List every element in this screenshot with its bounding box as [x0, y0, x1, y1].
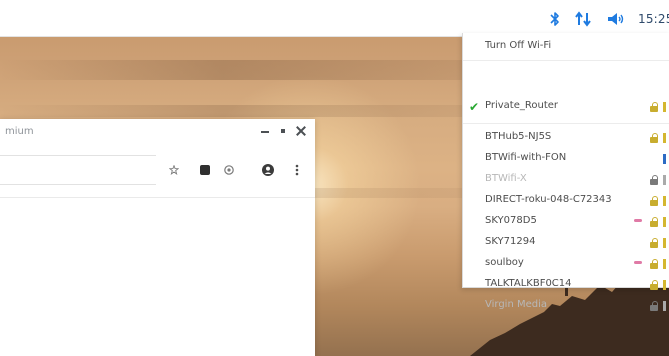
network-item[interactable]: Virgin Media	[463, 296, 669, 316]
network-label: DIRECT-roku-048-C72343	[485, 194, 612, 205]
volume-icon[interactable]	[606, 11, 626, 27]
network-label: BTWifi-X	[485, 173, 527, 184]
signal-icon	[663, 238, 669, 248]
browser-window: mium	[0, 119, 315, 356]
profile-avatar-icon[interactable]	[260, 162, 276, 178]
window-titlebar[interactable]: mium	[0, 119, 315, 147]
signal-icon	[663, 154, 669, 164]
signal-icon	[663, 102, 669, 112]
bluetooth-icon[interactable]	[548, 11, 562, 27]
signal-icon	[663, 133, 669, 143]
lock-icon	[649, 259, 659, 269]
wifi-menu: Turn Off Wi-Fi ✔ Private_Router BTHub5-N…	[462, 33, 669, 311]
signal-icon	[663, 280, 669, 290]
menu-divider	[463, 60, 669, 61]
more-options-icon[interactable]	[289, 162, 305, 178]
network-item-private-router[interactable]: ✔ Private_Router	[463, 97, 669, 117]
maximize-button[interactable]	[276, 124, 290, 138]
network-label: SKY71294	[485, 236, 536, 247]
network-tag-icon	[634, 219, 642, 222]
signal-icon	[663, 301, 669, 311]
top-taskbar: 15:25	[0, 0, 669, 37]
network-label: BTWifi-with-FON	[485, 152, 567, 163]
network-item[interactable]: SKY078D5	[463, 212, 669, 232]
lock-icon	[649, 133, 659, 143]
network-label: SKY078D5	[485, 215, 537, 226]
clock[interactable]: 15:25	[638, 12, 669, 26]
network-item[interactable]: soulboy	[463, 254, 669, 274]
lock-icon	[649, 196, 659, 206]
network-tag-icon	[634, 261, 642, 264]
signal-icon	[663, 196, 669, 206]
window-title: mium	[5, 126, 34, 137]
minimize-button[interactable]	[258, 124, 272, 138]
browser-content-area	[0, 198, 315, 356]
lock-icon	[649, 301, 659, 311]
network-label: Private_Router	[485, 100, 559, 111]
check-icon: ✔	[469, 100, 480, 114]
signal-icon	[663, 259, 669, 269]
network-item[interactable]: BTHub5-NJ5S	[463, 128, 669, 148]
lock-icon	[649, 217, 659, 227]
network-item[interactable]: BTWifi-X	[463, 170, 669, 190]
extension-icon[interactable]	[197, 162, 213, 178]
menu-divider	[463, 123, 669, 124]
network-label: soulboy	[485, 257, 524, 268]
bookmark-star-icon[interactable]	[166, 162, 182, 178]
browser-toolbar	[0, 147, 315, 198]
signal-icon	[663, 175, 669, 185]
network-label: TALKTALKBF0C14	[485, 278, 572, 289]
network-label: Virgin Media	[485, 299, 548, 310]
network-icon[interactable]	[574, 11, 592, 27]
lock-icon	[649, 102, 659, 112]
lock-icon	[649, 175, 659, 185]
turn-off-wifi-item[interactable]: Turn Off Wi-Fi	[463, 37, 669, 57]
close-button[interactable]	[294, 124, 308, 138]
network-item[interactable]: DIRECT-roku-048-C72343	[463, 191, 669, 211]
lock-icon	[649, 238, 659, 248]
signal-icon	[663, 217, 669, 227]
address-bar[interactable]	[0, 155, 156, 185]
network-item[interactable]: TALKTALKBF0C14	[463, 275, 669, 295]
network-item[interactable]: SKY71294	[463, 233, 669, 253]
network-item[interactable]: BTWifi-with-FON	[463, 149, 669, 169]
extension-gear-icon[interactable]	[221, 162, 237, 178]
network-label: BTHub5-NJ5S	[485, 131, 552, 142]
turn-off-wifi-label: Turn Off Wi-Fi	[485, 40, 552, 51]
lock-icon	[649, 280, 659, 290]
